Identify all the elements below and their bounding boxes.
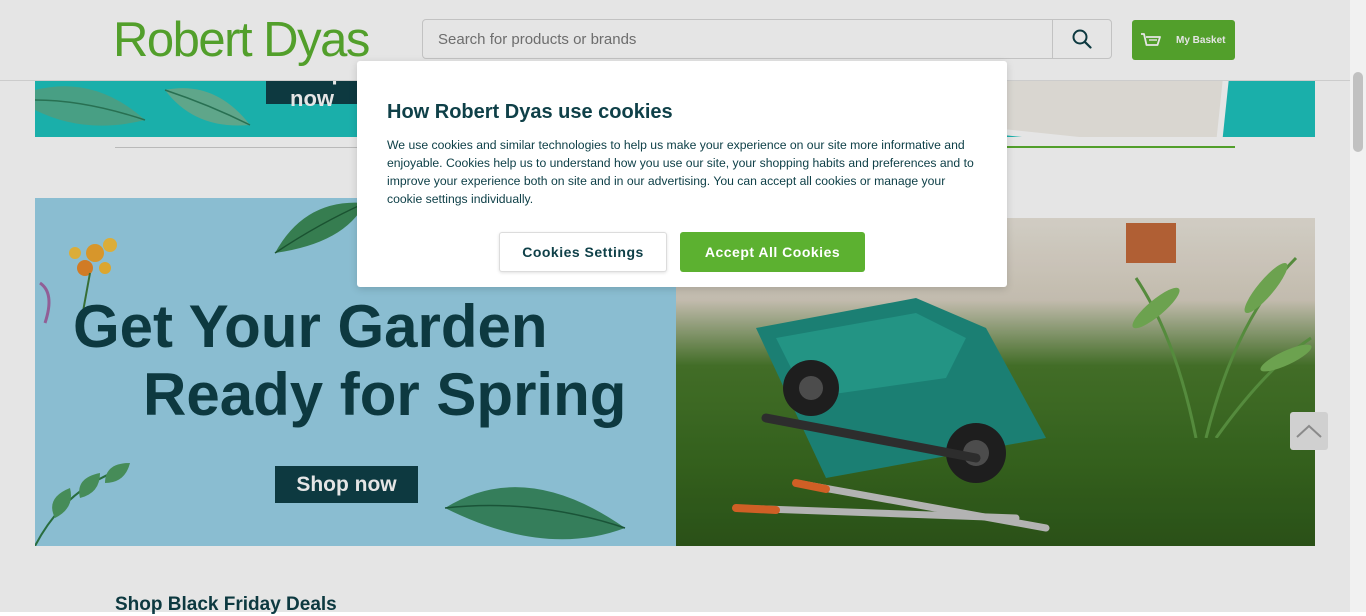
- accept-all-cookies-button[interactable]: Accept All Cookies: [680, 232, 865, 272]
- scrollbar-thumb[interactable]: [1353, 72, 1363, 152]
- cookie-dialog-title: How Robert Dyas use cookies: [387, 101, 673, 123]
- cookie-dialog-actions: Cookies Settings Accept All Cookies: [357, 232, 1007, 272]
- page-scrollbar[interactable]: [1350, 0, 1366, 612]
- cookies-settings-button[interactable]: Cookies Settings: [499, 232, 667, 272]
- cookie-consent-dialog: How Robert Dyas use cookies We use cooki…: [357, 61, 1007, 287]
- cookie-dialog-body: We use cookies and similar technologies …: [387, 138, 974, 206]
